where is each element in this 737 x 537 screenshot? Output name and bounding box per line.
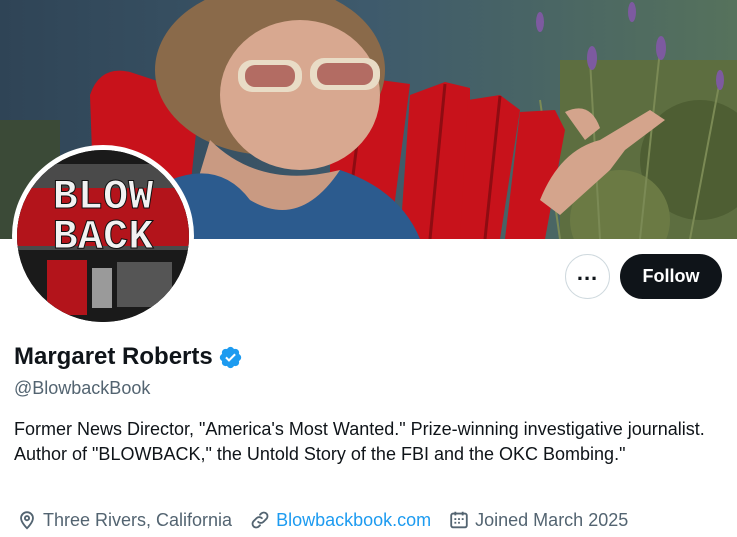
website-item: Blowbackbook.com	[249, 509, 431, 531]
more-icon: ...	[576, 259, 599, 285]
profile-meta: Three Rivers, California Blowbackbook.co…	[16, 509, 645, 531]
website-link[interactable]: Blowbackbook.com	[276, 510, 431, 531]
location-item: Three Rivers, California	[16, 509, 232, 531]
display-name: Margaret Roberts	[14, 343, 213, 370]
avatar-image: BLOW BACK	[17, 150, 189, 322]
link-icon	[251, 511, 269, 529]
verified-badge-icon[interactable]	[218, 345, 243, 370]
joined-text: Joined March 2025	[475, 509, 629, 530]
profile-name-row: Margaret Roberts	[14, 343, 243, 371]
follow-button[interactable]: Follow	[620, 254, 722, 299]
profile-avatar[interactable]: BLOW BACK	[12, 145, 194, 327]
calendar-icon	[450, 511, 468, 529]
location-pin-icon	[20, 511, 34, 530]
blowback-book-cover-image: BLOW BACK	[17, 150, 189, 322]
location-text: Three Rivers, California	[43, 509, 233, 530]
joined-item: Joined March 2025	[448, 509, 628, 531]
avatar-logo-line2: BACK	[53, 213, 155, 261]
more-options-button[interactable]: ...	[565, 254, 610, 299]
profile-bio: Former News Director, "America's Most Wa…	[14, 419, 705, 464]
profile-handle: @BlowbackBook	[14, 378, 151, 398]
